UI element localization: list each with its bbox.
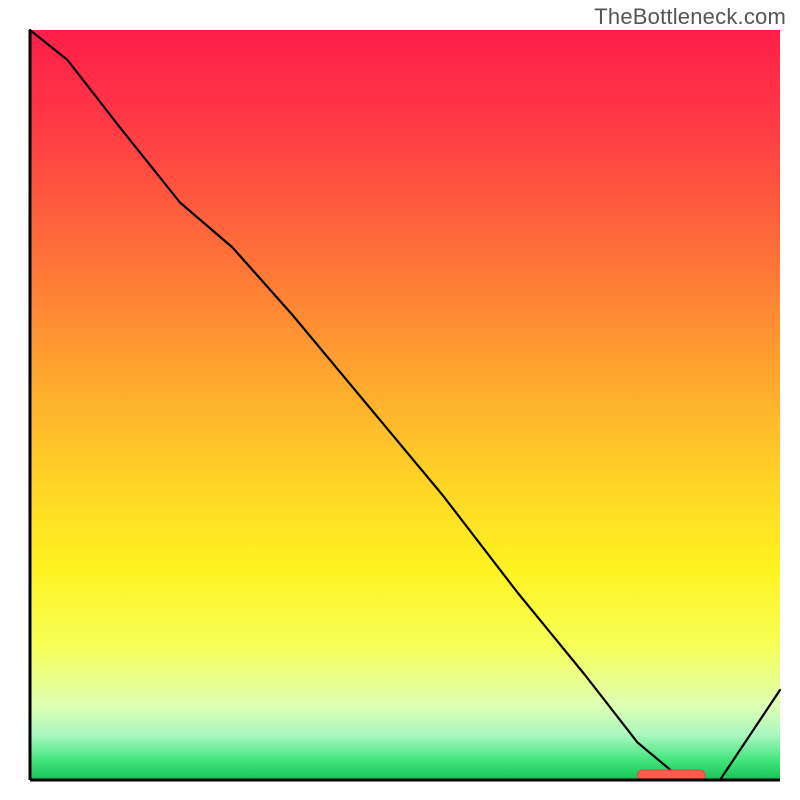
gradient-background: [30, 30, 780, 780]
chart-stage: TheBottleneck.com: [0, 0, 800, 800]
chart-canvas: [0, 0, 800, 800]
